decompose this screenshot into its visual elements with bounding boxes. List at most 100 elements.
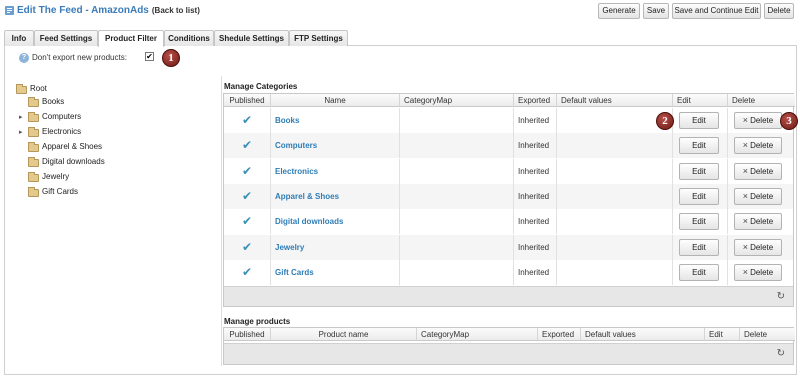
col-header-default-values[interactable]: Default values bbox=[557, 94, 673, 107]
category-name-link[interactable]: Computers bbox=[271, 133, 400, 159]
delete-label: Delete bbox=[750, 141, 774, 151]
refresh-icon[interactable]: ↻ bbox=[777, 348, 785, 359]
category-name-link[interactable]: Gift Cards bbox=[271, 259, 400, 285]
tab-ftp-settings[interactable]: FTP Settings bbox=[289, 30, 348, 46]
tab-info[interactable]: Info bbox=[4, 30, 34, 46]
save-button[interactable]: Save bbox=[643, 3, 669, 19]
category-name-link[interactable]: Apparel & Shoes bbox=[271, 183, 400, 209]
exported-cell: Inherited bbox=[514, 158, 557, 184]
published-check-icon[interactable]: ✔ bbox=[224, 183, 271, 209]
edit-cell: Edit bbox=[673, 183, 728, 209]
published-check-icon[interactable]: ✔ bbox=[224, 259, 271, 285]
page-title-text: Edit The Feed - AmazonAds bbox=[17, 5, 149, 16]
delete-label: Delete bbox=[750, 191, 774, 201]
manage-categories-title: Manage Categories bbox=[224, 82, 298, 91]
published-check-icon[interactable]: ✔ bbox=[224, 133, 271, 159]
help-icon[interactable]: ? bbox=[19, 53, 29, 63]
tab-shedule-settings[interactable]: Shedule Settings bbox=[214, 30, 289, 46]
exported-cell: Inherited bbox=[514, 209, 557, 235]
categorymap-cell bbox=[400, 133, 514, 159]
folder-icon bbox=[28, 112, 39, 122]
delete-button[interactable]: × Delete bbox=[734, 112, 782, 129]
folder-icon bbox=[28, 187, 39, 197]
edit-button[interactable]: Edit bbox=[679, 238, 719, 256]
products-grid: Published Product name CategoryMap Expor… bbox=[223, 327, 795, 365]
delete-button[interactable]: × Delete bbox=[734, 213, 782, 231]
category-name-link[interactable]: Jewelry bbox=[271, 234, 400, 260]
refresh-icon[interactable]: ↻ bbox=[777, 291, 785, 302]
categorymap-cell bbox=[400, 209, 514, 235]
products-pager: ↻ bbox=[224, 343, 793, 364]
default-values-cell bbox=[557, 133, 673, 159]
edit-button[interactable]: Edit bbox=[679, 213, 719, 231]
col-header-categorymap[interactable]: CategoryMap bbox=[400, 94, 514, 107]
col-header-default-values[interactable]: Default values bbox=[581, 328, 705, 341]
feed-icon bbox=[5, 6, 14, 15]
expand-arrow-icon[interactable]: ▸ bbox=[19, 113, 25, 121]
published-check-icon[interactable]: ✔ bbox=[224, 234, 271, 260]
delete-cell: × Delete bbox=[728, 235, 795, 260]
col-header-edit: Edit bbox=[705, 328, 740, 341]
edit-cell: Edit bbox=[673, 108, 728, 133]
col-header-delete: Delete bbox=[740, 328, 795, 341]
save-continue-button[interactable]: Save and Continue Edit bbox=[672, 3, 761, 19]
category-name-link[interactable]: Electronics bbox=[271, 158, 400, 184]
published-check-icon[interactable]: ✔ bbox=[224, 108, 271, 133]
col-header-published[interactable]: Published bbox=[224, 94, 271, 107]
table-row: ✔ Books Inherited Edit × Delete bbox=[224, 108, 793, 133]
panel-divider bbox=[221, 76, 222, 366]
delete-button[interactable]: × Delete bbox=[734, 263, 782, 281]
col-header-exported[interactable]: Exported bbox=[538, 328, 581, 341]
delete-button[interactable]: × Delete bbox=[734, 238, 782, 256]
edit-button[interactable]: Edit bbox=[679, 263, 719, 281]
col-header-delete: Delete bbox=[728, 94, 795, 107]
exported-cell: Inherited bbox=[514, 133, 557, 159]
col-header-categorymap[interactable]: CategoryMap bbox=[417, 328, 538, 341]
col-header-name[interactable]: Name bbox=[271, 94, 400, 107]
expand-arrow-icon[interactable]: ▸ bbox=[19, 128, 25, 136]
default-values-cell bbox=[557, 183, 673, 209]
folder-icon bbox=[28, 97, 39, 107]
col-header-published[interactable]: Published bbox=[224, 328, 271, 341]
delete-button[interactable]: × Delete bbox=[734, 162, 782, 180]
tab-conditions[interactable]: Conditions bbox=[164, 30, 214, 46]
published-check-icon[interactable]: ✔ bbox=[224, 209, 271, 235]
tree-label: Jewelry bbox=[42, 172, 70, 181]
back-to-list-link[interactable]: (Back to list) bbox=[152, 6, 200, 15]
categorymap-cell bbox=[400, 234, 514, 260]
tab-feed-settings[interactable]: Feed Settings bbox=[34, 30, 98, 46]
edit-button[interactable]: Edit bbox=[679, 137, 719, 155]
close-icon: × bbox=[742, 190, 749, 201]
folder-icon bbox=[28, 142, 39, 152]
category-name-link[interactable]: Digital downloads bbox=[271, 209, 400, 235]
delete-feed-button[interactable]: Delete bbox=[764, 3, 794, 19]
edit-button[interactable]: Edit bbox=[679, 162, 719, 180]
delete-button[interactable]: × Delete bbox=[734, 137, 782, 155]
delete-cell: × Delete bbox=[728, 184, 795, 209]
tree-label: Gift Cards bbox=[42, 187, 79, 196]
categorymap-cell bbox=[400, 259, 514, 285]
tree-label: Root bbox=[30, 84, 47, 93]
close-icon: × bbox=[742, 115, 749, 125]
categories-grid: Published Name CategoryMap Exported Defa… bbox=[223, 93, 795, 307]
manage-products-title: Manage products bbox=[224, 317, 291, 326]
folder-icon bbox=[28, 172, 39, 182]
published-check-icon[interactable]: ✔ bbox=[224, 158, 271, 184]
col-header-product-name[interactable]: Product name bbox=[271, 328, 417, 341]
table-row: ✔ Jewelry Inherited Edit × Delete bbox=[224, 234, 795, 260]
default-values-cell bbox=[557, 259, 673, 285]
tab-product-filter[interactable]: Product Filter bbox=[98, 30, 164, 47]
category-name-link[interactable]: Books bbox=[271, 108, 400, 133]
delete-button[interactable]: × Delete bbox=[734, 187, 782, 205]
edit-button[interactable]: Edit bbox=[679, 112, 719, 129]
edit-cell: Edit bbox=[673, 259, 728, 285]
col-header-exported[interactable]: Exported bbox=[514, 94, 557, 107]
edit-button[interactable]: Edit bbox=[679, 187, 719, 205]
delete-label: Delete bbox=[750, 242, 774, 252]
delete-label: Delete bbox=[750, 267, 774, 277]
generate-button[interactable]: Generate bbox=[598, 3, 640, 19]
folder-icon bbox=[16, 84, 27, 94]
dont-export-checkbox[interactable]: ✔ bbox=[145, 52, 154, 61]
table-row: ✔ Apparel & Shoes Inherited Edit × Delete bbox=[224, 183, 795, 209]
tree-label: Apparel & Shoes bbox=[42, 142, 103, 151]
